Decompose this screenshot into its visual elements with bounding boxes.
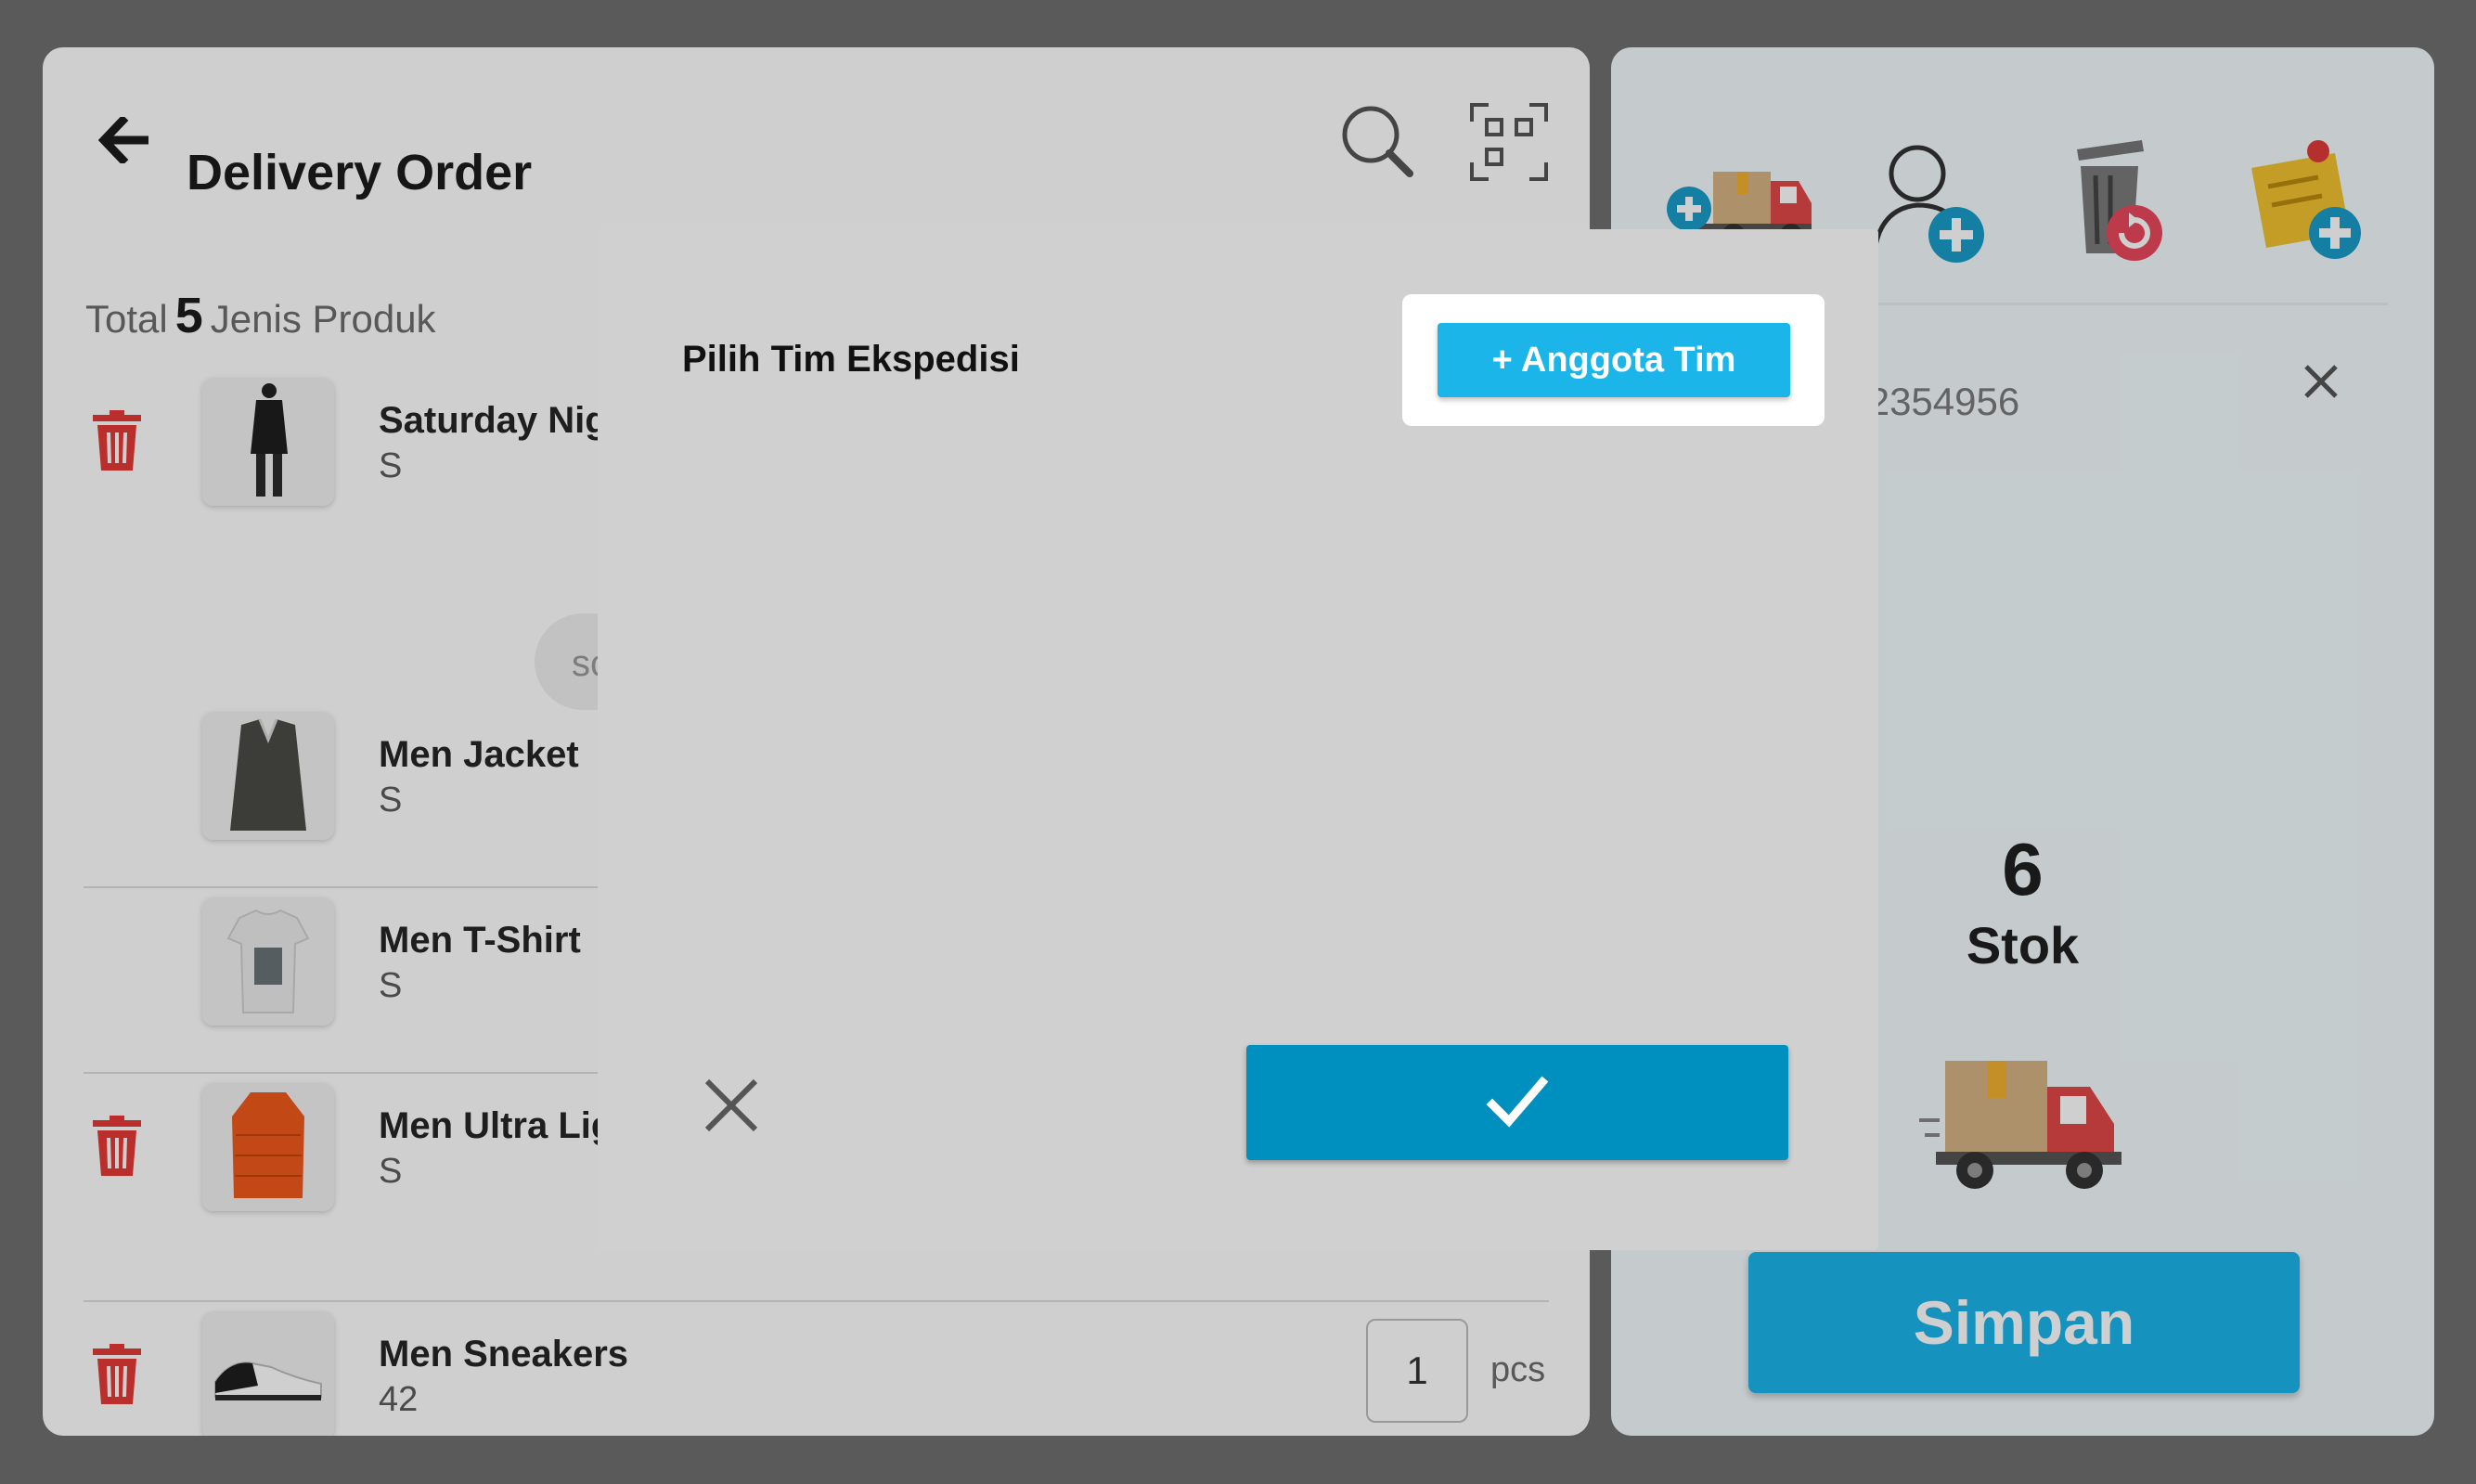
check-icon	[1486, 1076, 1549, 1128]
confirm-button[interactable]	[1246, 1045, 1788, 1160]
select-team-dialog: Pilih Tim Ekspedisi + Anggota Tim	[598, 229, 1878, 1250]
close-icon	[704, 1078, 758, 1132]
dialog-title: Pilih Tim Ekspedisi	[682, 339, 1020, 380]
add-team-member-button[interactable]: + Anggota Tim	[1438, 323, 1790, 397]
cancel-button[interactable]	[696, 1070, 767, 1141]
